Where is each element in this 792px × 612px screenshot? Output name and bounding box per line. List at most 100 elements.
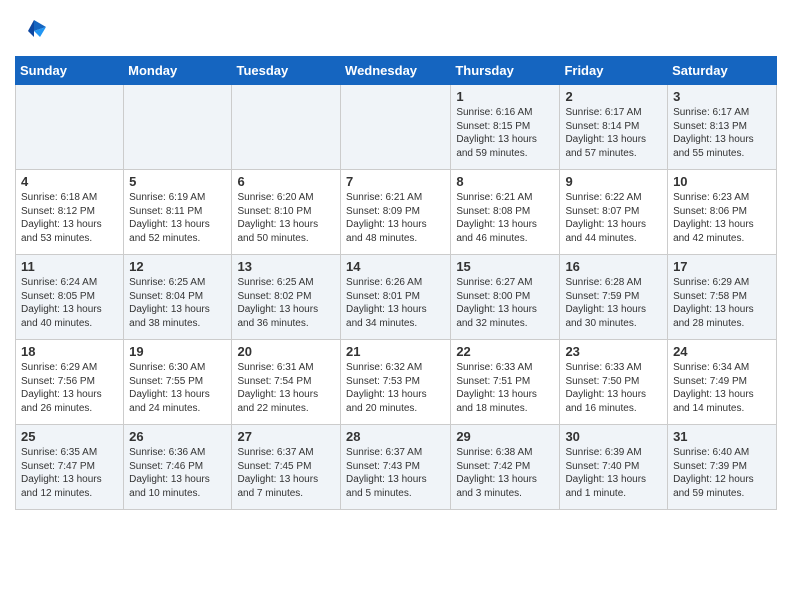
cell-content: Sunrise: 6:37 AM Sunset: 7:45 PM Dayligh… (237, 446, 335, 500)
day-header-friday: Friday (560, 57, 668, 85)
calendar-cell: 28 Sunrise: 6:37 AM Sunset: 7:43 PM Dayli… (341, 425, 451, 510)
calendar-table: SundayMondayTuesdayWednesdayThursdayFrid… (15, 56, 777, 510)
day-number: 15 (456, 259, 554, 274)
day-header-row: SundayMondayTuesdayWednesdayThursdayFrid… (16, 57, 777, 85)
calendar-cell: 27 Sunrise: 6:37 AM Sunset: 7:45 PM Dayli… (232, 425, 341, 510)
calendar-cell (124, 85, 232, 170)
calendar-cell: 5 Sunrise: 6:19 AM Sunset: 8:11 PM Daylig… (124, 170, 232, 255)
logo-bird-icon (20, 15, 48, 43)
day-number: 30 (565, 429, 662, 444)
day-number: 31 (673, 429, 771, 444)
cell-content: Sunrise: 6:23 AM Sunset: 8:06 PM Dayligh… (673, 191, 771, 245)
calendar-cell: 22 Sunrise: 6:33 AM Sunset: 7:51 PM Dayli… (451, 340, 560, 425)
calendar-cell: 8 Sunrise: 6:21 AM Sunset: 8:08 PM Daylig… (451, 170, 560, 255)
day-number: 24 (673, 344, 771, 359)
logo (15, 15, 48, 48)
day-number: 14 (346, 259, 445, 274)
calendar-cell: 20 Sunrise: 6:31 AM Sunset: 7:54 PM Dayli… (232, 340, 341, 425)
day-number: 27 (237, 429, 335, 444)
cell-content: Sunrise: 6:25 AM Sunset: 8:02 PM Dayligh… (237, 276, 335, 330)
cell-content: Sunrise: 6:24 AM Sunset: 8:05 PM Dayligh… (21, 276, 118, 330)
week-row-1: 1 Sunrise: 6:16 AM Sunset: 8:15 PM Daylig… (16, 85, 777, 170)
day-number: 28 (346, 429, 445, 444)
day-number: 17 (673, 259, 771, 274)
cell-content: Sunrise: 6:40 AM Sunset: 7:39 PM Dayligh… (673, 446, 771, 500)
day-header-thursday: Thursday (451, 57, 560, 85)
calendar-cell: 11Sunrise: 6:24 AM Sunset: 8:05 PM Dayli… (16, 255, 124, 340)
cell-content: Sunrise: 6:20 AM Sunset: 8:10 PM Dayligh… (237, 191, 335, 245)
calendar-cell: 31 Sunrise: 6:40 AM Sunset: 7:39 PM Dayli… (668, 425, 777, 510)
cell-content: Sunrise: 6:29 AM Sunset: 7:58 PM Dayligh… (673, 276, 771, 330)
cell-content: Sunrise: 6:25 AM Sunset: 8:04 PM Dayligh… (129, 276, 226, 330)
day-number: 12 (129, 259, 226, 274)
day-number: 18 (21, 344, 118, 359)
day-number: 22 (456, 344, 554, 359)
calendar-cell: 2Sunrise: 6:17 AM Sunset: 8:14 PM Daylig… (560, 85, 668, 170)
calendar-cell: 7 Sunrise: 6:21 AM Sunset: 8:09 PM Daylig… (341, 170, 451, 255)
calendar-cell: 24 Sunrise: 6:34 AM Sunset: 7:49 PM Dayli… (668, 340, 777, 425)
day-number: 20 (237, 344, 335, 359)
day-header-sunday: Sunday (16, 57, 124, 85)
cell-content: Sunrise: 6:21 AM Sunset: 8:09 PM Dayligh… (346, 191, 445, 245)
cell-content: Sunrise: 6:18 AM Sunset: 8:12 PM Dayligh… (21, 191, 118, 245)
cell-content: Sunrise: 6:26 AM Sunset: 8:01 PM Dayligh… (346, 276, 445, 330)
calendar-cell: 12 Sunrise: 6:25 AM Sunset: 8:04 PM Dayli… (124, 255, 232, 340)
day-number: 5 (129, 174, 226, 189)
day-number: 16 (565, 259, 662, 274)
calendar-cell (341, 85, 451, 170)
cell-content: Sunrise: 6:30 AM Sunset: 7:55 PM Dayligh… (129, 361, 226, 415)
cell-content: Sunrise: 6:17 AM Sunset: 8:13 PM Dayligh… (673, 106, 771, 160)
cell-content: Sunrise: 6:33 AM Sunset: 7:51 PM Dayligh… (456, 361, 554, 415)
cell-content: Sunrise: 6:35 AM Sunset: 7:47 PM Dayligh… (21, 446, 118, 500)
day-number: 13 (237, 259, 335, 274)
day-number: 23 (565, 344, 662, 359)
day-header-monday: Monday (124, 57, 232, 85)
week-row-3: 11Sunrise: 6:24 AM Sunset: 8:05 PM Dayli… (16, 255, 777, 340)
week-row-4: 18 Sunrise: 6:29 AM Sunset: 7:56 PM Dayli… (16, 340, 777, 425)
cell-content: Sunrise: 6:34 AM Sunset: 7:49 PM Dayligh… (673, 361, 771, 415)
cell-content: Sunrise: 6:29 AM Sunset: 7:56 PM Dayligh… (21, 361, 118, 415)
calendar-cell (16, 85, 124, 170)
day-number: 19 (129, 344, 226, 359)
day-header-wednesday: Wednesday (341, 57, 451, 85)
calendar-cell: 17 Sunrise: 6:29 AM Sunset: 7:58 PM Dayli… (668, 255, 777, 340)
calendar-cell: 4Sunrise: 6:18 AM Sunset: 8:12 PM Daylig… (16, 170, 124, 255)
day-header-saturday: Saturday (668, 57, 777, 85)
day-number: 29 (456, 429, 554, 444)
calendar-cell: 19 Sunrise: 6:30 AM Sunset: 7:55 PM Dayli… (124, 340, 232, 425)
cell-content: Sunrise: 6:28 AM Sunset: 7:59 PM Dayligh… (565, 276, 662, 330)
calendar-cell: 14 Sunrise: 6:26 AM Sunset: 8:01 PM Dayli… (341, 255, 451, 340)
day-number: 2 (565, 89, 662, 104)
day-number: 21 (346, 344, 445, 359)
calendar-cell: 23 Sunrise: 6:33 AM Sunset: 7:50 PM Dayli… (560, 340, 668, 425)
cell-content: Sunrise: 6:33 AM Sunset: 7:50 PM Dayligh… (565, 361, 662, 415)
day-number: 3 (673, 89, 771, 104)
week-row-2: 4Sunrise: 6:18 AM Sunset: 8:12 PM Daylig… (16, 170, 777, 255)
calendar-cell: 30 Sunrise: 6:39 AM Sunset: 7:40 PM Dayli… (560, 425, 668, 510)
cell-content: Sunrise: 6:19 AM Sunset: 8:11 PM Dayligh… (129, 191, 226, 245)
calendar-cell: 10 Sunrise: 6:23 AM Sunset: 8:06 PM Dayli… (668, 170, 777, 255)
cell-content: Sunrise: 6:16 AM Sunset: 8:15 PM Dayligh… (456, 106, 554, 160)
cell-content: Sunrise: 6:21 AM Sunset: 8:08 PM Dayligh… (456, 191, 554, 245)
calendar-cell: 21 Sunrise: 6:32 AM Sunset: 7:53 PM Dayli… (341, 340, 451, 425)
day-number: 10 (673, 174, 771, 189)
calendar-cell: 29 Sunrise: 6:38 AM Sunset: 7:42 PM Dayli… (451, 425, 560, 510)
day-number: 1 (456, 89, 554, 104)
cell-content: Sunrise: 6:32 AM Sunset: 7:53 PM Dayligh… (346, 361, 445, 415)
day-number: 25 (21, 429, 118, 444)
cell-content: Sunrise: 6:38 AM Sunset: 7:42 PM Dayligh… (456, 446, 554, 500)
cell-content: Sunrise: 6:27 AM Sunset: 8:00 PM Dayligh… (456, 276, 554, 330)
calendar-cell: 9 Sunrise: 6:22 AM Sunset: 8:07 PM Daylig… (560, 170, 668, 255)
cell-content: Sunrise: 6:22 AM Sunset: 8:07 PM Dayligh… (565, 191, 662, 245)
day-number: 9 (565, 174, 662, 189)
calendar-cell: 16 Sunrise: 6:28 AM Sunset: 7:59 PM Dayli… (560, 255, 668, 340)
week-row-5: 25 Sunrise: 6:35 AM Sunset: 7:47 PM Dayli… (16, 425, 777, 510)
day-number: 7 (346, 174, 445, 189)
day-header-tuesday: Tuesday (232, 57, 341, 85)
cell-content: Sunrise: 6:31 AM Sunset: 7:54 PM Dayligh… (237, 361, 335, 415)
calendar-cell: 18 Sunrise: 6:29 AM Sunset: 7:56 PM Dayli… (16, 340, 124, 425)
day-number: 8 (456, 174, 554, 189)
calendar-cell: 15 Sunrise: 6:27 AM Sunset: 8:00 PM Dayli… (451, 255, 560, 340)
cell-content: Sunrise: 6:39 AM Sunset: 7:40 PM Dayligh… (565, 446, 662, 500)
cell-content: Sunrise: 6:37 AM Sunset: 7:43 PM Dayligh… (346, 446, 445, 500)
